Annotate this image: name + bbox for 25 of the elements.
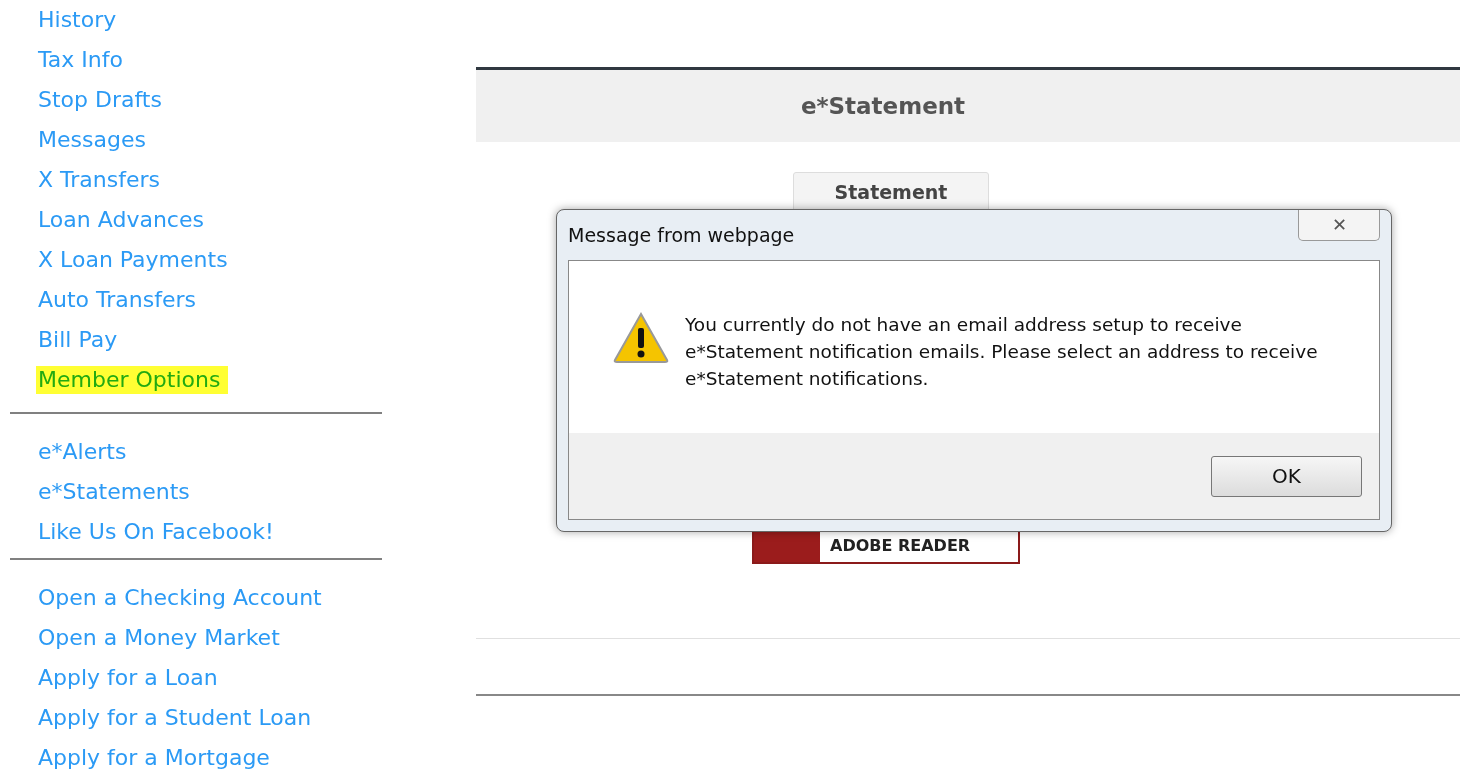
panel-header: e*Statement bbox=[476, 67, 1460, 142]
sidebar-link[interactable]: X Transfers bbox=[38, 166, 160, 194]
sidebar-link[interactable]: Bill Pay bbox=[38, 326, 118, 354]
sidebar-link[interactable]: Apply for a Student Loan bbox=[38, 704, 312, 732]
sidebar-link[interactable]: Open a Money Market bbox=[38, 624, 280, 652]
statement-button[interactable]: Statement bbox=[793, 172, 989, 212]
sidebar-link[interactable]: Open a Checking Account bbox=[38, 584, 322, 612]
sidebar-link[interactable]: History bbox=[38, 6, 117, 34]
dialog-title: Message from webpage bbox=[568, 223, 795, 248]
sidebar-link[interactable]: Member Options bbox=[36, 366, 229, 394]
sidebar-link[interactable]: Messages bbox=[38, 126, 146, 154]
sidebar-link[interactable]: Stop Drafts bbox=[38, 86, 162, 114]
close-button[interactable]: ✕ bbox=[1298, 210, 1380, 241]
sidebar-link[interactable]: Like Us On Facebook! bbox=[38, 518, 274, 546]
ok-button[interactable]: OK bbox=[1211, 455, 1362, 497]
dialog-message: You currently do not have an email address setup to receive e*Statement notification emails. Please select an address to receive e*Statement notifications. bbox=[685, 313, 1319, 391]
sidebar-link[interactable]: Loan Advances bbox=[38, 206, 204, 234]
sidebar-link[interactable]: Apply for a Loan bbox=[38, 664, 218, 692]
sidebar-link[interactable]: Tax Info bbox=[38, 46, 123, 74]
sidebar-link[interactable]: Auto Transfers bbox=[38, 286, 196, 314]
sidebar-link[interactable]: e*Statements bbox=[38, 478, 190, 506]
sidebar-link[interactable]: Apply for a Mortgage bbox=[38, 744, 270, 772]
sidebar-link[interactable]: e*Alerts bbox=[38, 438, 127, 466]
sidebar-link[interactable]: X Loan Payments bbox=[38, 246, 228, 274]
warning-icon bbox=[613, 312, 669, 364]
